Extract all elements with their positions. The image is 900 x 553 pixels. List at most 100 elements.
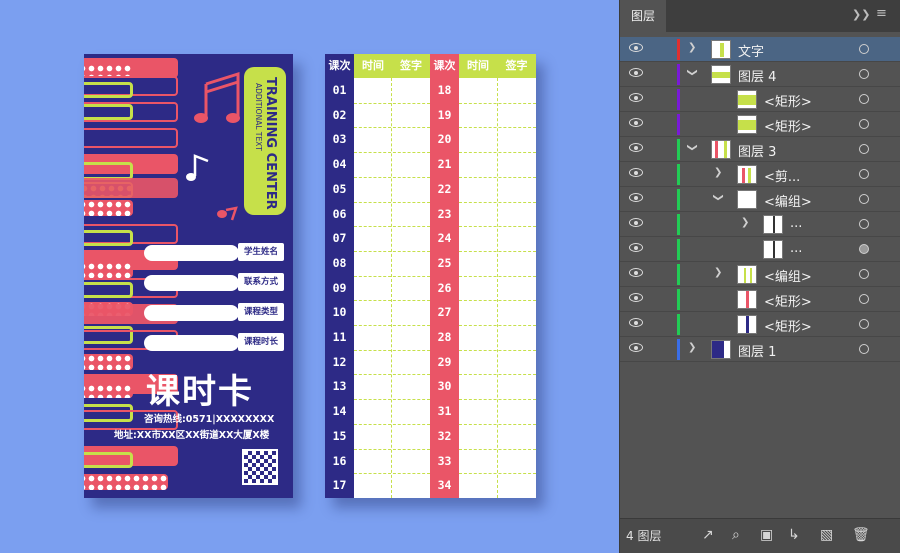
target-icon[interactable] (859, 269, 869, 279)
field-label: 学生姓名 (238, 243, 284, 261)
visibility-eye-icon[interactable] (629, 93, 643, 102)
layer-row[interactable]: ... (620, 237, 900, 262)
header-lesson: 课次 (433, 59, 456, 72)
clipping-mask-icon[interactable]: ▣ (760, 527, 773, 543)
contact-field[interactable]: 联系方式 (144, 273, 284, 291)
layer-row[interactable]: ❯ ... (620, 212, 900, 237)
lesson-number: 18 (437, 83, 452, 97)
layer-row[interactable]: <矩形> (620, 312, 900, 337)
target-icon[interactable] (859, 144, 869, 154)
visibility-eye-icon[interactable] (629, 268, 643, 277)
visibility-eye-icon[interactable] (629, 243, 643, 252)
collapse-panel-icon[interactable]: ❯❯ (852, 8, 870, 21)
visibility-eye-icon[interactable] (629, 118, 643, 127)
layer-row[interactable]: ❯ <剪... (620, 162, 900, 187)
tab-layers[interactable]: 图层 (620, 0, 666, 32)
layer-row[interactable]: <矩形> (620, 87, 900, 112)
layer-row[interactable]: ❯ 图层 1 (620, 337, 900, 362)
lesson-number: 04 (332, 157, 347, 172)
row-divider (459, 374, 536, 376)
layer-name: <矩形> (764, 295, 812, 310)
layer-name: 文字 (738, 45, 765, 60)
layer-row[interactable]: <矩形> (620, 112, 900, 137)
export-icon[interactable]: ↗ (702, 527, 714, 543)
panel-menu-icon[interactable]: ≡ (876, 6, 887, 21)
visibility-eye-icon[interactable] (629, 143, 643, 152)
chevron-right-icon[interactable]: ❯ (714, 267, 722, 278)
field-label: 课程时长 (238, 333, 284, 351)
row-divider (354, 448, 430, 450)
visibility-eye-icon[interactable] (629, 318, 643, 327)
row-divider (354, 152, 430, 154)
layer-name: 图层 3 (738, 145, 777, 160)
chevron-right-icon[interactable]: ❯ (688, 42, 696, 53)
target-icon[interactable] (859, 69, 869, 79)
layer-row[interactable]: ❯ <编组> (620, 187, 900, 212)
chevron-down-icon[interactable]: ❯ (687, 143, 698, 151)
row-divider (459, 226, 536, 228)
search-icon[interactable]: ⌕ (732, 527, 740, 543)
lesson-number: 08 (332, 255, 347, 270)
piano-key (84, 104, 133, 120)
visibility-eye-icon[interactable] (629, 293, 643, 302)
lesson-number: 10 (332, 305, 347, 320)
lesson-number: 19 (437, 107, 452, 122)
target-icon[interactable] (859, 44, 869, 54)
trash-icon[interactable]: 🗑 (852, 527, 870, 543)
lesson-number: 26 (437, 280, 452, 295)
row-divider (354, 473, 430, 475)
layer-thumbnail (711, 40, 731, 59)
row-divider (354, 102, 430, 104)
visibility-eye-icon[interactable] (629, 343, 643, 352)
target-icon[interactable] (859, 319, 869, 329)
lesson-number: 24 (437, 231, 452, 246)
lesson-number: 29 (437, 354, 452, 369)
layer-count: 4 图层 (626, 529, 662, 543)
target-icon[interactable] (859, 94, 869, 104)
layer-row[interactable]: ❯ 文字 (620, 37, 900, 62)
visibility-eye-icon[interactable] (629, 43, 643, 52)
layer-thumbnail (737, 115, 757, 134)
chevron-down-icon[interactable]: ❯ (713, 193, 724, 201)
layer-thumbnail (711, 65, 731, 84)
new-sublayer-icon[interactable]: ↳ (788, 527, 800, 543)
target-icon[interactable] (859, 119, 869, 129)
target-icon[interactable] (859, 169, 869, 179)
chevron-right-icon[interactable]: ❯ (714, 167, 722, 178)
course-duration-field[interactable]: 课程时长 (144, 333, 284, 351)
music-note-icon (194, 71, 240, 123)
lesson-number: 13 (332, 379, 347, 394)
layer-name: 图层 1 (738, 345, 777, 360)
visibility-eye-icon[interactable] (629, 193, 643, 202)
target-icon[interactable] (859, 344, 869, 354)
course-type-field[interactable]: 课程类型 (144, 303, 284, 321)
target-icon[interactable] (859, 294, 869, 304)
chevron-right-icon[interactable]: ❯ (741, 217, 749, 228)
layer-name: <矩形> (764, 120, 812, 135)
row-divider (354, 423, 430, 425)
layer-row[interactable]: ❯ 图层 3 (620, 137, 900, 162)
layer-thumbnail (711, 140, 731, 159)
layer-thumbnail (737, 290, 757, 309)
lesson-number: 22 (437, 181, 452, 196)
layer-row[interactable]: <矩形> (620, 287, 900, 312)
lesson-number: 31 (437, 404, 452, 419)
visibility-eye-icon[interactable] (629, 68, 643, 77)
lesson-number: 25 (437, 255, 452, 270)
chevron-down-icon[interactable]: ❯ (687, 68, 698, 76)
row-divider (354, 374, 430, 376)
layer-row[interactable]: ❯ 图层 4 (620, 62, 900, 87)
visibility-eye-icon[interactable] (629, 218, 643, 227)
target-icon[interactable] (859, 244, 869, 254)
row-divider (354, 250, 430, 252)
layer-thumbnail (711, 340, 731, 359)
target-icon[interactable] (859, 219, 869, 229)
student-name-field[interactable]: 学生姓名 (144, 243, 284, 261)
row-divider (459, 176, 536, 178)
layer-name: <编组> (764, 195, 812, 210)
new-layer-icon[interactable]: ▧ (820, 527, 833, 543)
target-icon[interactable] (859, 194, 869, 204)
visibility-eye-icon[interactable] (629, 168, 643, 177)
chevron-right-icon[interactable]: ❯ (688, 342, 696, 353)
layer-row[interactable]: ❯ <编组> (620, 262, 900, 287)
